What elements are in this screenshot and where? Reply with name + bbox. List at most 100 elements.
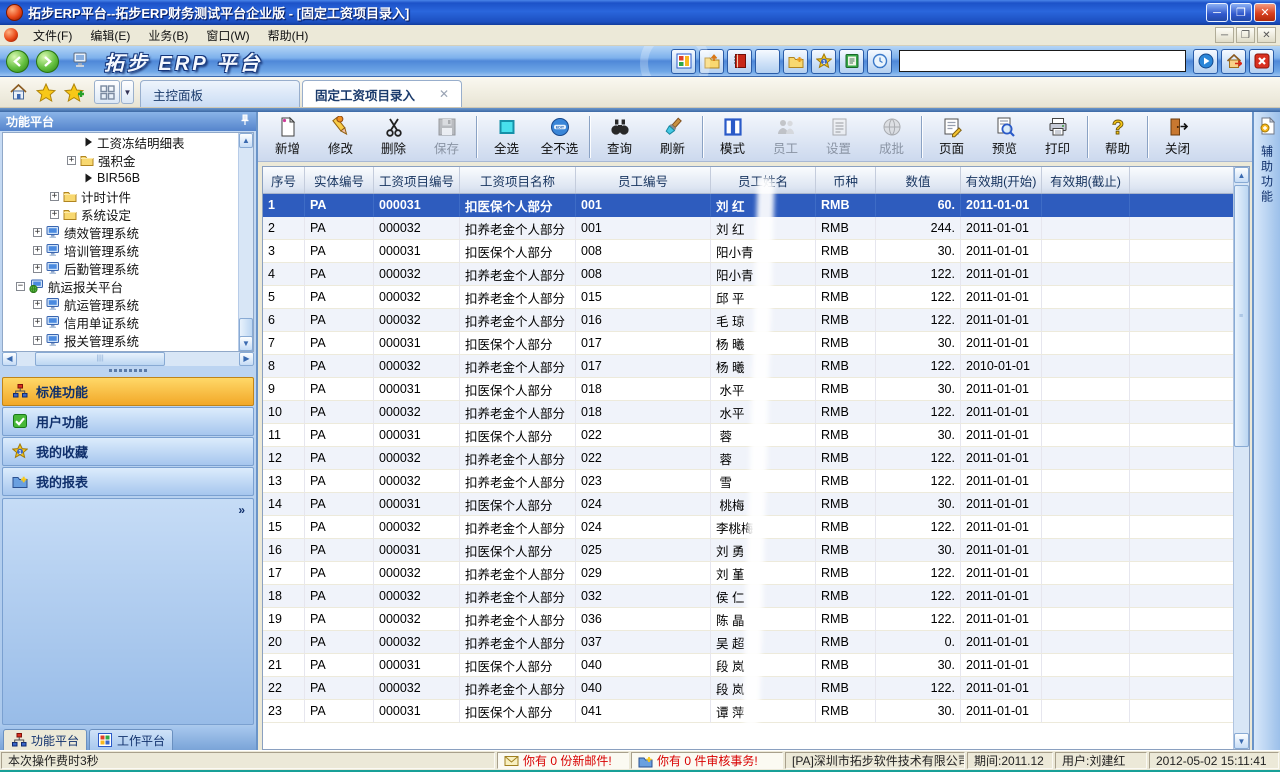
table-row[interactable]: 7PA000031扣医保个人部分017杨 曦RMB30.2011-01-01 (263, 332, 1249, 355)
tree-item-信用单证系统[interactable]: +信用单证系统 (3, 313, 253, 331)
scroll-up-icon[interactable]: ▲ (1234, 167, 1249, 183)
toolbar-button-全不选[interactable]: EDIT全不选 (533, 113, 586, 160)
toolbar-button-查询[interactable]: 查询 (593, 113, 646, 160)
mdi-restore-button[interactable]: ❐ (1236, 27, 1255, 43)
tree-horizontal-scrollbar[interactable]: ◀ |||| ▶ (2, 352, 254, 366)
tree-item-航运管理系统[interactable]: +航运管理系统 (3, 295, 253, 313)
tree-toggle-expand-icon[interactable]: + (50, 210, 59, 219)
tree-item-绩效管理系统[interactable]: +绩效管理系统 (3, 223, 253, 241)
scroll-right-icon[interactable]: ▶ (239, 352, 254, 366)
tree-item-系统设定[interactable]: +系统设定 (3, 205, 253, 223)
menu-item-业务(B)[interactable]: 业务(B) (139, 25, 197, 46)
toolbar-button-页面[interactable]: 页面 (925, 113, 978, 160)
bottom-tab-功能平台[interactable]: 功能平台 (3, 729, 87, 750)
table-row[interactable]: 4PA000032扣养老金个人部分008阳小青RMB122.2011-01-01 (263, 263, 1249, 286)
table-row[interactable]: 20PA000032扣养老金个人部分037吴 超RMB0.2011-01-01 (263, 631, 1249, 654)
toolbar-button-修改[interactable]: 修改 (314, 113, 367, 160)
column-header-员工姓名[interactable]: 员工姓名 (711, 167, 816, 193)
tree-toggle-expand-icon[interactable]: + (33, 336, 42, 345)
panel-overflow-area[interactable]: » (2, 498, 254, 726)
nav-clock-icon[interactable] (867, 49, 892, 74)
home-icon[interactable] (6, 80, 30, 104)
table-vertical-scrollbar[interactable]: ▲ ≡ ▼ (1233, 167, 1249, 749)
tree-toggle-collapse-icon[interactable]: − (16, 282, 25, 291)
nav-ledger-icon[interactable] (727, 49, 752, 74)
tab-固定工资项目录入[interactable]: 固定工资项目录入✕ (302, 80, 462, 107)
tree-item-后勤管理系统[interactable]: +后勤管理系统 (3, 259, 253, 277)
column-header-币种[interactable]: 币种 (816, 167, 876, 193)
table-row[interactable]: 13PA000032扣养老金个人部分023 雪 RMB122.2011-01-0… (263, 470, 1249, 493)
tree-toggle-expand-icon[interactable]: + (33, 246, 42, 255)
table-row[interactable]: 21PA000031扣医保个人部分040段 岚RMB30.2011-01-01 (263, 654, 1249, 677)
scroll-down-icon[interactable]: ▼ (1234, 733, 1249, 749)
table-row[interactable]: 22PA000032扣养老金个人部分040段 岚RMB122.2011-01-0… (263, 677, 1249, 700)
sidebar-panel-我的报表[interactable]: 我的报表 (2, 467, 254, 496)
nav-folder-add-icon[interactable] (783, 49, 808, 74)
forward-button[interactable] (36, 50, 59, 73)
tree-toggle-expand-icon[interactable]: + (33, 264, 42, 273)
tree-toggle-expand-icon[interactable]: + (67, 156, 76, 165)
console-icon[interactable] (68, 48, 92, 72)
column-header-实体编号[interactable]: 实体编号 (305, 167, 374, 193)
table-row[interactable]: 18PA000032扣养老金个人部分032侯 仁RMB122.2011-01-0… (263, 585, 1249, 608)
tree-toggle-expand-icon[interactable]: + (50, 192, 59, 201)
close-button[interactable]: ✕ (1254, 3, 1276, 22)
nav-contacts-icon[interactable] (839, 49, 864, 74)
menu-item-文件(F)[interactable]: 文件(F) (24, 25, 81, 46)
column-header-数值[interactable]: 数值 (876, 167, 961, 193)
tree-item-培训管理系统[interactable]: +培训管理系统 (3, 241, 253, 259)
tree-toggle-expand-icon[interactable]: + (33, 318, 42, 327)
tree-item-航运报关平台[interactable]: −航运报关平台 (3, 277, 253, 295)
column-header-有效期(开始)[interactable]: 有效期(开始) (961, 167, 1042, 193)
tree-item-工资冻结明细表[interactable]: 工资冻结明细表 (3, 133, 253, 151)
table-row[interactable]: 1PA000031扣医保个人部分001刘 红RMB60.2011-01-01 (263, 194, 1249, 217)
table-row[interactable]: 14PA000031扣医保个人部分024 桃梅RMB30.2011-01-01 (263, 493, 1249, 516)
table-row[interactable]: 5PA000032扣养老金个人部分015邱 平RMB122.2011-01-01 (263, 286, 1249, 309)
menu-item-编辑(E)[interactable]: 编辑(E) (81, 25, 139, 46)
table-row[interactable]: 8PA000032扣养老金个人部分017杨 曦RMB122.2010-01-01 (263, 355, 1249, 378)
nav-go-icon[interactable] (1193, 49, 1218, 74)
tree-vertical-scrollbar[interactable]: ▲ ≡ ▼ (238, 133, 253, 351)
toolbar-button-刷新[interactable]: 刷新 (646, 113, 699, 160)
toolbar-button-模式[interactable]: 模式 (706, 113, 759, 160)
bottom-tab-工作平台[interactable]: 工作平台 (89, 729, 173, 750)
table-row[interactable]: 19PA000032扣养老金个人部分036陈 晶RMB122.2011-01-0… (263, 608, 1249, 631)
column-header-blank[interactable] (1130, 167, 1234, 193)
table-row[interactable]: 12PA000032扣养老金个人部分022 蓉RMB122.2011-01-01 (263, 447, 1249, 470)
table-row[interactable]: 23PA000031扣医保个人部分041谭 萍RMB30.2011-01-01 (263, 700, 1249, 723)
pin-icon[interactable] (240, 114, 250, 129)
scroll-down-icon[interactable]: ▼ (239, 336, 253, 351)
sidebar-panel-用户功能[interactable]: 用户功能 (2, 407, 254, 436)
column-header-员工编号[interactable]: 员工编号 (576, 167, 711, 193)
nav-favorite-1-icon[interactable]: 1 (811, 49, 836, 74)
column-header-工资项目名称[interactable]: 工资项目名称 (460, 167, 576, 193)
table-row[interactable]: 11PA000031扣医保个人部分022 蓉RMB30.2011-01-01 (263, 424, 1249, 447)
back-button[interactable] (6, 50, 29, 73)
tree-item-报关管理系统[interactable]: +报关管理系统 (3, 331, 253, 349)
column-header-序号[interactable]: 序号 (263, 167, 305, 193)
toolbar-button-全选[interactable]: 全选 (480, 113, 533, 160)
toolbar-button-预览[interactable]: 预览 (978, 113, 1031, 160)
mdi-close-button[interactable]: ✕ (1257, 27, 1276, 43)
table-row[interactable]: 6PA000032扣养老金个人部分016毛 琼RMB122.2011-01-01 (263, 309, 1249, 332)
tree-item-计时计件[interactable]: +计时计件 (3, 187, 253, 205)
tree-toggle-expand-icon[interactable]: + (33, 228, 42, 237)
table-row[interactable]: 9PA000031扣医保个人部分018 水平RMB30.2011-01-01 (263, 378, 1249, 401)
table-row[interactable]: 3PA000031扣医保个人部分008阳小青RMB30.2011-01-01 (263, 240, 1249, 263)
tab-主控面板[interactable]: 主控面板 (140, 80, 300, 107)
toolbar-button-新增[interactable]: 新增 (261, 113, 314, 160)
toolbar-button-删除[interactable]: 删除 (367, 113, 420, 160)
toolbar-button-关闭[interactable]: 关闭 (1151, 113, 1204, 160)
tree-toggle-expand-icon[interactable]: + (33, 300, 42, 309)
table-row[interactable]: 2PA000032扣养老金个人部分001刘 红RMB244.2011-01-01 (263, 217, 1249, 240)
nav-orgchart-icon[interactable] (755, 49, 780, 74)
table-row[interactable]: 15PA000032扣养老金个人部分024李桃梅RMB122.2011-01-0… (263, 516, 1249, 539)
sidebar-panel-我的收藏[interactable]: 1我的收藏 (2, 437, 254, 466)
mdi-minimize-button[interactable]: ─ (1215, 27, 1234, 43)
column-header-有效期(截止)[interactable]: 有效期(截止) (1042, 167, 1130, 193)
tab-layout-dropdown[interactable]: ▼ (121, 80, 134, 104)
scroll-up-icon[interactable]: ▲ (239, 133, 253, 148)
menu-item-帮助(H)[interactable]: 帮助(H) (259, 25, 318, 46)
table-scroll-thumb[interactable]: ≡ (1234, 185, 1249, 447)
scroll-left-icon[interactable]: ◀ (2, 352, 17, 366)
